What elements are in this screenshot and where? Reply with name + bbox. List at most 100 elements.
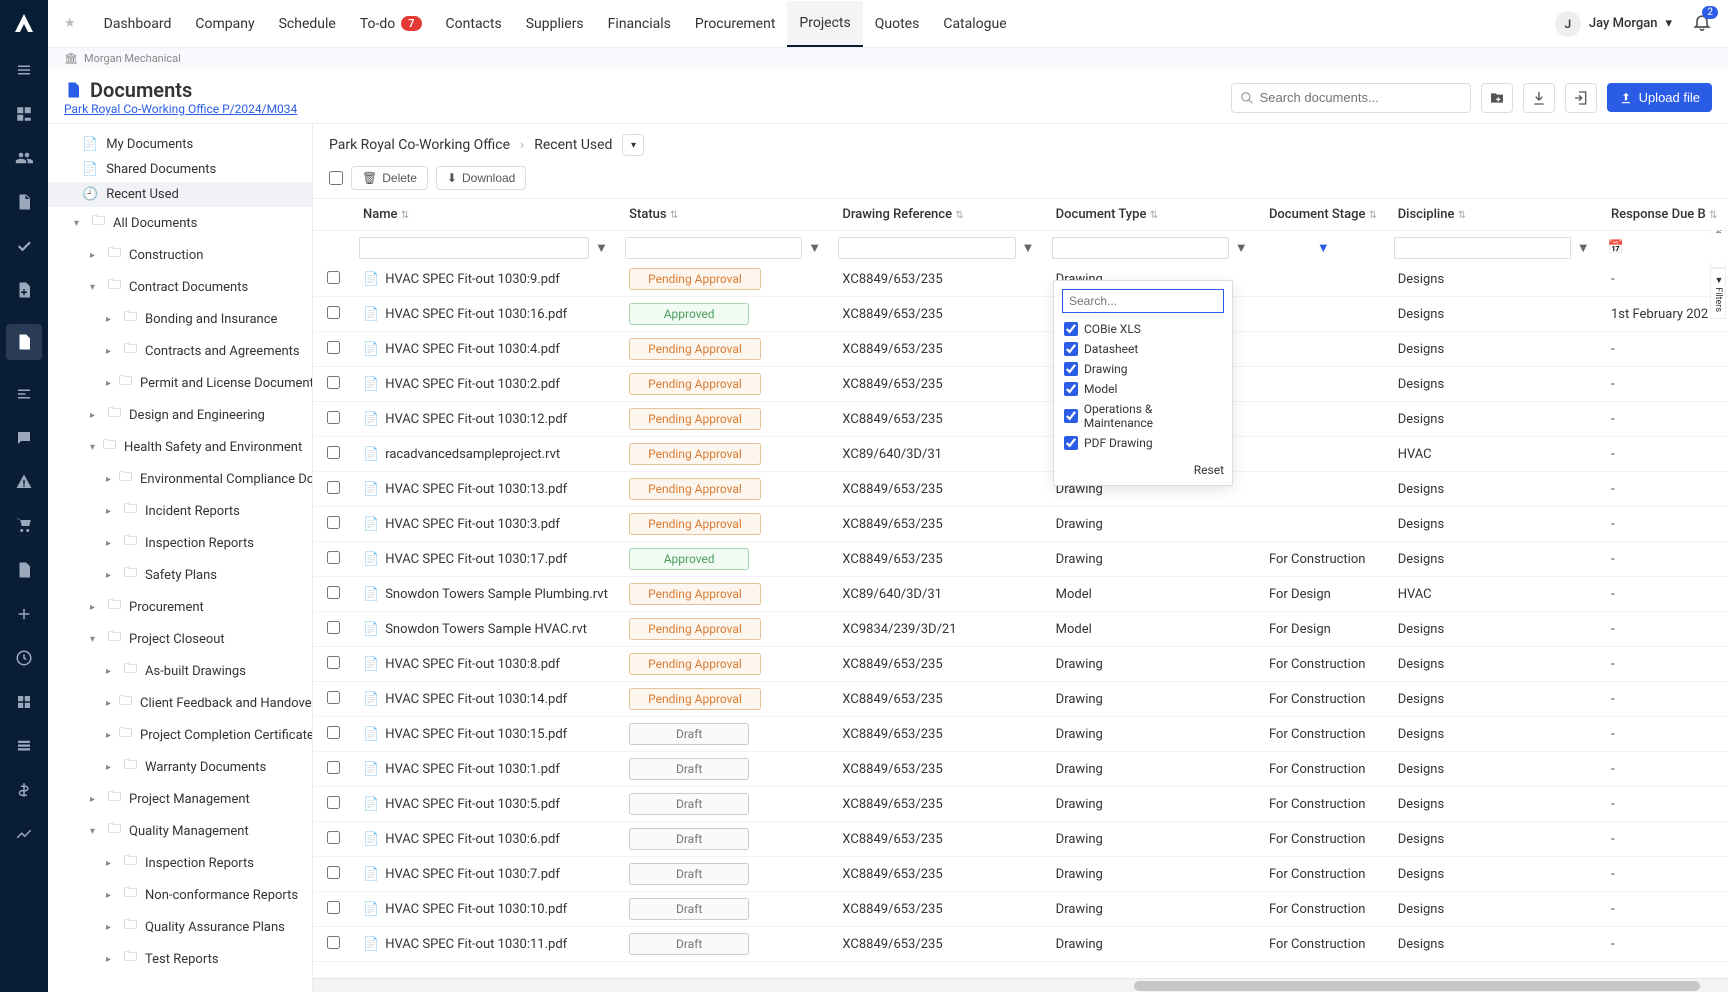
table-row[interactable]: 📄HVAC SPEC Fit-out 1030:5.pdf Draft XC88…: [313, 787, 1728, 822]
tree-my-documents[interactable]: 📄My Documents: [48, 132, 312, 157]
delete-button[interactable]: 🗑Delete: [351, 166, 428, 190]
nav-contacts[interactable]: Contacts: [434, 1, 514, 47]
rail-plus-icon[interactable]: [14, 604, 34, 624]
table-row[interactable]: 📄HVAC SPEC Fit-out 1030:2.pdf Pending Ap…: [313, 367, 1728, 402]
table-row[interactable]: 📄HVAC SPEC Fit-out 1030:17.pdf Approved …: [313, 542, 1728, 577]
row-checkbox[interactable]: [327, 551, 340, 564]
filter-checkbox[interactable]: [1064, 436, 1078, 450]
nav-company[interactable]: Company: [183, 1, 266, 47]
table-row[interactable]: 📄Snowdon Towers Sample HVAC.rvt Pending …: [313, 612, 1728, 647]
rail-cart-icon[interactable]: [14, 516, 34, 536]
breadcrumb-dropdown[interactable]: ▾: [622, 134, 644, 156]
column-header[interactable]: Document Stage ⇅: [1259, 199, 1388, 231]
tree-item[interactable]: ▸🗀Non-conformance Reports: [48, 879, 312, 911]
table-row[interactable]: 📄HVAC SPEC Fit-out 1030:4.pdf Pending Ap…: [313, 332, 1728, 367]
table-row[interactable]: 📄HVAC SPEC Fit-out 1030:6.pdf Draft XC88…: [313, 822, 1728, 857]
download-selected-button[interactable]: ⬇Download: [436, 166, 526, 190]
rail-lines-icon[interactable]: [14, 384, 34, 404]
row-checkbox[interactable]: [327, 306, 340, 319]
nav-dashboard[interactable]: Dashboard: [92, 1, 184, 47]
date-filter-icon[interactable]: 📅: [1607, 240, 1625, 255]
export-button[interactable]: [1565, 83, 1597, 113]
table-row[interactable]: 📄Snowdon Towers Sample Plumbing.rvt Pend…: [313, 577, 1728, 612]
row-checkbox[interactable]: [327, 796, 340, 809]
filter-checkbox[interactable]: [1064, 382, 1078, 396]
filter-checkbox[interactable]: [1064, 409, 1078, 423]
nav-financials[interactable]: Financials: [596, 1, 683, 47]
tree-recent-used[interactable]: 🕘Recent Used: [48, 182, 312, 207]
filter-option[interactable]: Model: [1062, 379, 1224, 399]
filter-checkbox[interactable]: [1064, 362, 1078, 376]
rail-warning-icon[interactable]: [14, 472, 34, 492]
tree-all-documents[interactable]: ▾🗀All Documents: [48, 207, 312, 239]
rail-list-icon[interactable]: [14, 60, 34, 80]
notifications-button[interactable]: 2: [1692, 12, 1712, 36]
nav-to-do[interactable]: To-do7: [348, 1, 434, 47]
filter-option[interactable]: COBie XLS: [1062, 319, 1224, 339]
filter-option[interactable]: PDF Drawing: [1062, 433, 1224, 453]
search-field[interactable]: [1260, 90, 1462, 105]
rail-clock-icon[interactable]: [14, 648, 34, 668]
column-filter-input[interactable]: [1394, 237, 1571, 259]
tree-item[interactable]: ▸🗀Construction: [48, 239, 312, 271]
table-row[interactable]: 📄HVAC SPEC Fit-out 1030:7.pdf Draft XC88…: [313, 857, 1728, 892]
row-checkbox[interactable]: [327, 516, 340, 529]
column-header[interactable]: Status ⇅: [619, 199, 832, 231]
table-row[interactable]: 📄HVAC SPEC Fit-out 1030:16.pdf Approved …: [313, 297, 1728, 332]
filter-option[interactable]: Operations & Maintenance: [1062, 399, 1224, 433]
filter-checkbox[interactable]: [1064, 322, 1078, 336]
breadcrumb-root[interactable]: Park Royal Co-Working Office: [329, 137, 510, 153]
tree-item[interactable]: ▸🗀Procurement: [48, 591, 312, 623]
table-row[interactable]: 📄HVAC SPEC Fit-out 1030:11.pdf Draft XC8…: [313, 927, 1728, 962]
table-row[interactable]: 📄HVAC SPEC Fit-out 1030:12.pdf Pending A…: [313, 402, 1728, 437]
row-checkbox[interactable]: [327, 831, 340, 844]
tree-item[interactable]: ▸🗀Inspection Reports: [48, 527, 312, 559]
tree-item[interactable]: ▸🗀Incident Reports: [48, 495, 312, 527]
column-header[interactable]: Name ⇅: [353, 199, 619, 231]
row-checkbox[interactable]: [327, 586, 340, 599]
rail-dollar-icon[interactable]: [14, 780, 34, 800]
row-checkbox[interactable]: [327, 761, 340, 774]
rail-grid-icon[interactable]: [14, 692, 34, 712]
column-filter-input[interactable]: [625, 237, 802, 259]
tree-item[interactable]: ▸🗀Project Completion Certificate: [48, 719, 312, 751]
row-checkbox[interactable]: [327, 656, 340, 669]
tree-item[interactable]: ▸🗀Project Management: [48, 783, 312, 815]
tree-item[interactable]: ▸🗀Bonding and Insurance: [48, 303, 312, 335]
tree-item[interactable]: ▸🗀Safety Plans: [48, 559, 312, 591]
filter-icon[interactable]: ▼: [592, 240, 610, 256]
rail-page-icon[interactable]: [14, 192, 34, 212]
column-header[interactable]: Response Due B ⇅: [1601, 199, 1728, 231]
new-folder-button[interactable]: [1481, 83, 1513, 113]
rail-trend-icon[interactable]: [14, 824, 34, 844]
row-checkbox[interactable]: [327, 621, 340, 634]
rail-comment-icon[interactable]: [14, 428, 34, 448]
tree-item[interactable]: ▸🗀Design and Engineering: [48, 399, 312, 431]
star-icon[interactable]: ★: [64, 16, 76, 31]
filter-search-input[interactable]: [1062, 289, 1224, 313]
user-menu[interactable]: J Jay Morgan ▾: [1555, 11, 1672, 37]
row-checkbox[interactable]: [327, 376, 340, 389]
tree-item[interactable]: ▸🗀Contracts and Agreements: [48, 335, 312, 367]
tree-item[interactable]: ▸🗀Quality Assurance Plans: [48, 911, 312, 943]
filters-tab[interactable]: ▼ Filters: [1710, 268, 1726, 319]
column-header[interactable]: Document Type ⇅: [1046, 199, 1259, 231]
table-row[interactable]: 📄HVAC SPEC Fit-out 1030:8.pdf Pending Ap…: [313, 647, 1728, 682]
tree-item[interactable]: ▸🗀As-built Drawings: [48, 655, 312, 687]
filter-reset-button[interactable]: Reset: [1062, 453, 1224, 477]
row-checkbox[interactable]: [327, 691, 340, 704]
rail-diagram-icon[interactable]: [14, 104, 34, 124]
nav-suppliers[interactable]: Suppliers: [514, 1, 596, 47]
tree-item[interactable]: ▸🗀Permit and License Documents: [48, 367, 312, 399]
table-row[interactable]: 📄HVAC SPEC Fit-out 1030:1.pdf Draft XC88…: [313, 752, 1728, 787]
table-row[interactable]: 📄HVAC SPEC Fit-out 1030:13.pdf Pending A…: [313, 472, 1728, 507]
nav-quotes[interactable]: Quotes: [863, 1, 932, 47]
table-row[interactable]: 📄HVAC SPEC Fit-out 1030:14.pdf Pending A…: [313, 682, 1728, 717]
project-link[interactable]: Park Royal Co-Working Office P/2024/M034: [64, 102, 297, 116]
nav-schedule[interactable]: Schedule: [267, 1, 348, 47]
row-checkbox[interactable]: [327, 866, 340, 879]
filter-icon[interactable]: ▼: [806, 240, 824, 256]
rail-table-icon[interactable]: [14, 736, 34, 756]
row-checkbox[interactable]: [327, 446, 340, 459]
tree-item[interactable]: ▸🗀Client Feedback and Handover Report: [48, 687, 312, 719]
